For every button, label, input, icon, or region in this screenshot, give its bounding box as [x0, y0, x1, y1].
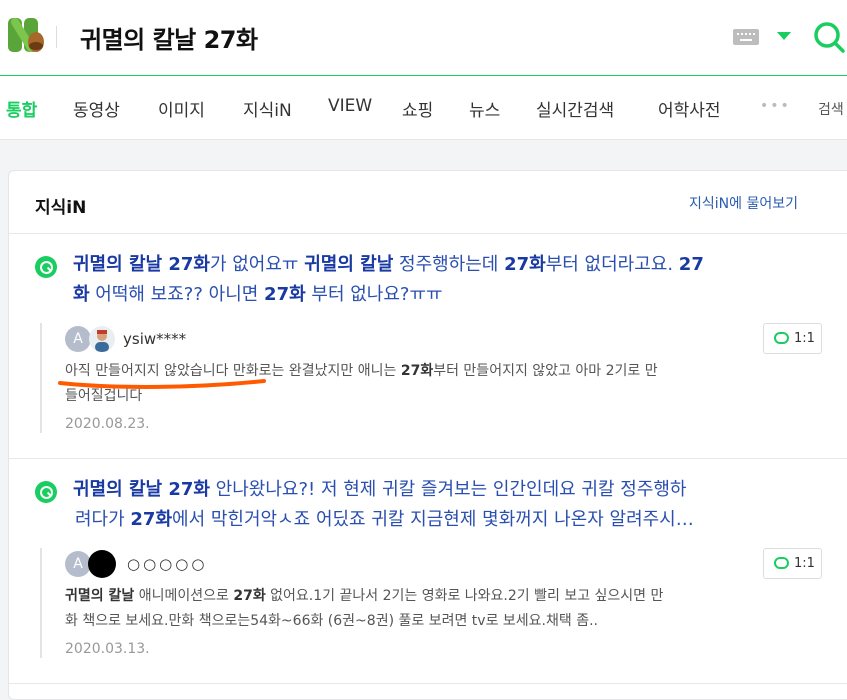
header-divider: [56, 26, 57, 48]
answer-line: 귀멸의 칼날 애니메이션으로 27화 없어요.1기 끝나서 2기는 영화로 나와…: [65, 584, 825, 609]
question-line: 귀멸의 칼날 27화가 없어요ㅠ 귀멸의 칼날 정주행하는데 27화부터 없더라…: [73, 250, 813, 280]
answer-indent-bar: [40, 323, 42, 433]
highlight-term: 27화: [400, 363, 434, 379]
answerer-name[interactable]: ○○○○○: [127, 555, 207, 573]
tab-kin[interactable]: 지식iN: [243, 96, 292, 121]
avatar: A: [65, 326, 91, 352]
header: 귀멸의 칼날 27화: [0, 0, 847, 76]
text-segment: 부터 없더라고요.: [545, 254, 679, 275]
question-title[interactable]: 귀멸의 칼날 27화가 없어요ㅠ 귀멸의 칼날 정주행하는데 27화부터 없더라…: [73, 250, 813, 310]
answer-count: 1:1: [794, 331, 815, 346]
highlight-term: 27화: [264, 284, 306, 305]
divider: [9, 683, 847, 684]
question-title[interactable]: 귀멸의 칼날 27화 안나왔나요?! 저 현제 귀칼 즐겨보는 인간인데요 귀칼…: [73, 475, 813, 535]
highlight-term: 화: [73, 284, 90, 305]
search-tabs: 통합 동영상 이미지 지식iN VIEW 쇼핑 뉴스 실시간검색 어학사전 ••…: [0, 76, 847, 140]
text-segment: 에서 막힌거악ㅅ죠 어딨죠 귀칼 지금현제 몇화꺼지 나온자 알려주시…: [172, 509, 694, 530]
search-icon[interactable]: [812, 20, 846, 54]
text-segment: 부터 만들어지지 않았고 아마 2기로 만: [433, 363, 658, 379]
answer-indent-bar: [40, 548, 42, 658]
highlight-term: 27화: [130, 509, 173, 530]
user-photo-icon: [95, 330, 109, 352]
tab-shopping[interactable]: 쇼핑: [402, 96, 433, 121]
answer-count-badge[interactable]: 1:1: [763, 323, 822, 354]
text-segment: 정주행하는데: [393, 254, 505, 275]
chat-bubble-icon: [774, 557, 789, 569]
text-segment: 부터 없나요?ㅠㅠ: [305, 284, 443, 305]
naver-logo-icon[interactable]: [6, 16, 46, 54]
highlight-term: 귀멸의 칼날 27화: [73, 479, 210, 500]
answer-date: 2020.08.23.: [65, 416, 150, 432]
answer-count-badge[interactable]: 1:1: [763, 548, 822, 579]
search-query[interactable]: 귀멸의 칼날 27화: [80, 20, 258, 55]
divider: [9, 233, 847, 234]
text-segment: 려다가: [75, 509, 131, 530]
handwritten-underline: [58, 379, 266, 389]
chat-bubble-icon: [774, 332, 789, 344]
answer-date: 2020.03.13.: [65, 641, 150, 657]
ask-kin-link[interactable]: 지식iN에 물어보기: [689, 193, 798, 213]
knowledge-q-icon: [35, 481, 57, 503]
avatar: [89, 326, 115, 352]
question-line: 려다가 27화에서 막힌거악ㅅ죠 어딨죠 귀칼 지금현제 몇화꺼지 나온자 알려…: [73, 505, 813, 535]
highlight-term: 귀멸의 칼날 27화: [73, 254, 210, 275]
highlight-term: 27: [678, 254, 704, 275]
text-segment: 애니메이션으로: [134, 588, 234, 604]
highlight-term: 귀멸의 칼날: [304, 254, 394, 275]
tab-video[interactable]: 동영상: [73, 96, 120, 121]
keyboard-icon[interactable]: [733, 29, 759, 45]
tab-image[interactable]: 이미지: [158, 96, 205, 121]
text-segment: 없어요.1기 끝나서 2기는 영화로 나와요.2기 빨리 보고 싶으시면 만: [265, 588, 664, 604]
section-title: 지식iN: [35, 198, 87, 218]
text-segment: 가 없어요ㅠ: [209, 254, 305, 275]
answer-line: 화 책으로 보세요.만화 책으로는54화~66화 (6권~8권) 풀로 보려면 …: [65, 613, 598, 629]
more-tabs-button[interactable]: •••: [760, 98, 791, 114]
answer-count: 1:1: [794, 556, 815, 571]
tab-dictionary[interactable]: 어학사전: [658, 96, 721, 121]
text-segment: 안나왔나요?! 저 현제 귀칼 즐겨보는 인간인데요 귀칼 정주행하: [209, 479, 687, 500]
answerer-name[interactable]: ysiw****: [123, 330, 186, 348]
text-segment: 어떡해 보죠?? 아니면: [89, 284, 265, 305]
avatar: [88, 550, 116, 578]
highlight-term: 27화: [233, 588, 266, 604]
highlight-term: 27화: [504, 254, 546, 275]
tab-view[interactable]: VIEW: [328, 96, 372, 116]
divider: [9, 458, 847, 459]
tab-search-option[interactable]: 검색: [818, 99, 844, 119]
question-line: 귀멸의 칼날 27화 안나왔나요?! 저 현제 귀칼 즐겨보는 인간인데요 귀칼…: [73, 475, 813, 505]
tab-realtime[interactable]: 실시간검색: [536, 96, 614, 121]
highlight-term: 귀멸의 칼날: [65, 588, 135, 604]
kin-section: 지식iN 지식iN에 물어보기 귀멸의 칼날 27화가 없어요ㅠ 귀멸의 칼날 …: [8, 170, 847, 700]
tab-news[interactable]: 뉴스: [469, 96, 500, 121]
answer-text[interactable]: 귀멸의 칼날 애니메이션으로 27화 없어요.1기 끝나서 2기는 영화로 나와…: [65, 584, 825, 634]
question-line: 화 어떡해 보죠?? 아니면 27화 부터 없나요?ㅠㅠ: [73, 280, 813, 310]
tab-all[interactable]: 통합: [6, 96, 37, 121]
chevron-down-icon[interactable]: [777, 32, 791, 40]
knowledge-q-icon: [35, 256, 57, 278]
